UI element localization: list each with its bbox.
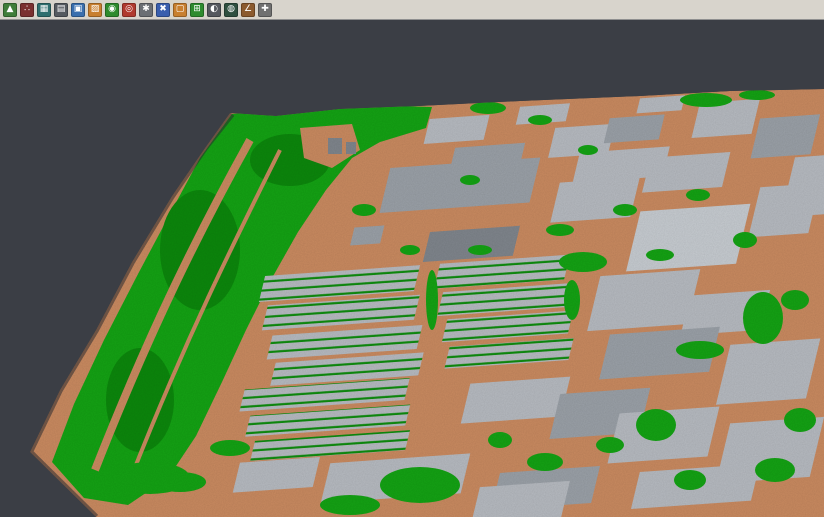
globe-dark-icon[interactable]: ◍ [224,3,238,17]
viewport-container [0,20,824,517]
select-area-icon[interactable]: ▢ [173,3,187,17]
info-icon[interactable]: ✚ [258,3,272,17]
ortho-image-icon[interactable]: ▣ [71,3,85,17]
layers-icon[interactable]: ▤ [54,3,68,17]
grid-icon[interactable]: ⊞ [190,3,204,17]
camera-icon[interactable]: ◐ [207,3,221,17]
point-cloud-icon[interactable]: ∴ [20,3,34,17]
mesh-icon[interactable]: ▦ [37,3,51,17]
settings-icon[interactable]: ✱ [139,3,153,17]
crop-icon[interactable]: ✖ [156,3,170,17]
target-icon[interactable]: ◎ [122,3,136,17]
measure-icon[interactable]: ∠ [241,3,255,17]
toolbar: ▲∴▦▤▣▨◉◎✱✖▢⊞◐◍∠✚ [0,0,824,20]
viewport-3d[interactable] [0,20,824,517]
texture-icon[interactable]: ▨ [88,3,102,17]
terrain-view-icon[interactable]: ▲ [3,3,17,17]
globe-icon[interactable]: ◉ [105,3,119,17]
